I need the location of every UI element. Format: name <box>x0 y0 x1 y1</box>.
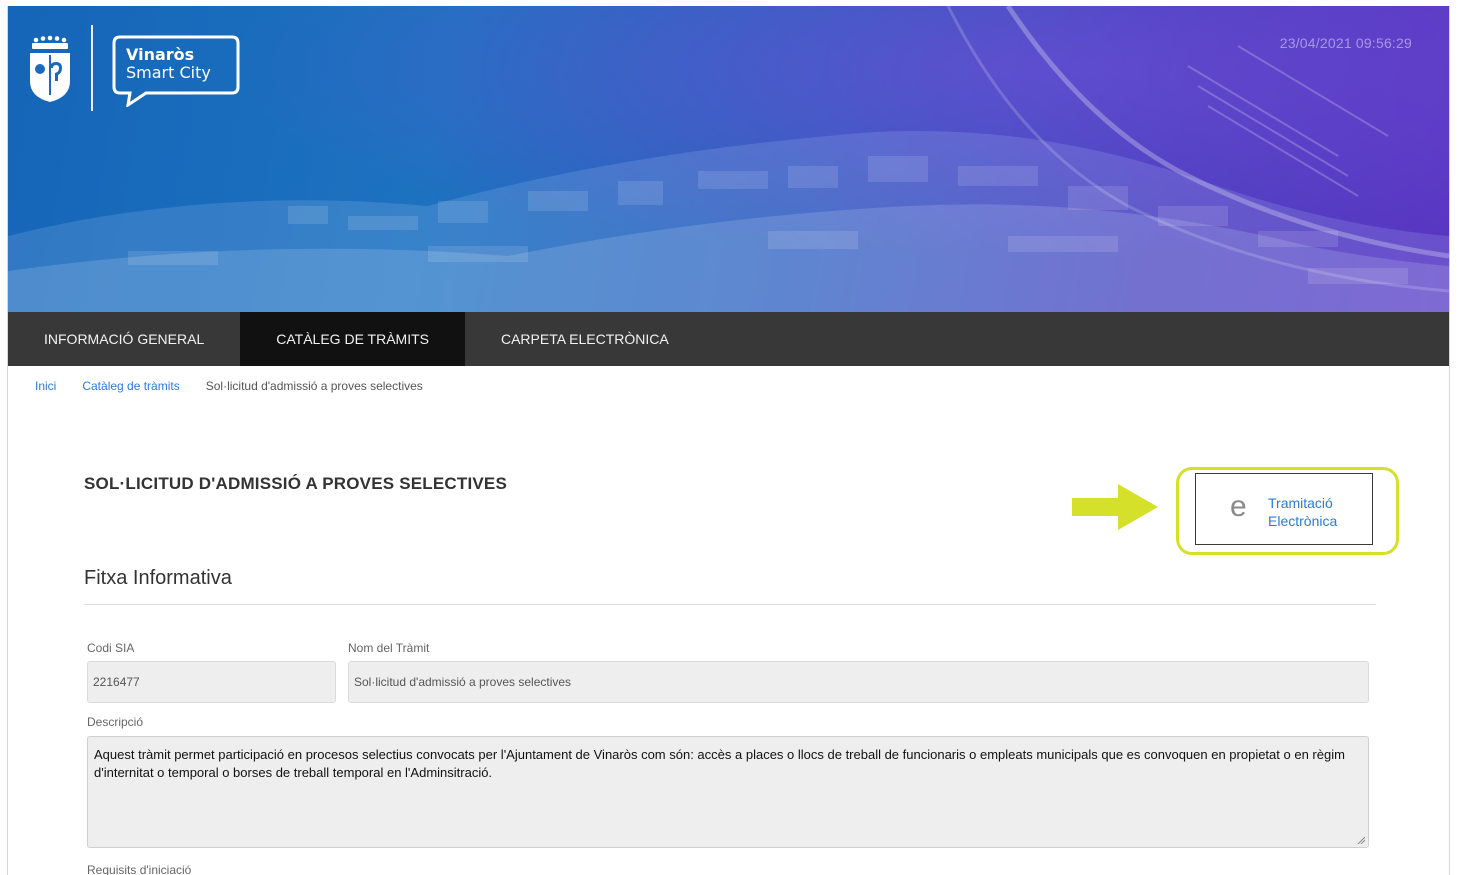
nav-carpeta-electronica[interactable]: CARPETA ELECTRÒNICA <box>465 312 705 366</box>
timestamp: 23/04/2021 09:56:29 <box>1279 35 1412 51</box>
descripcio-label: Descripció <box>87 715 144 729</box>
town-shield-logo[interactable] <box>27 35 73 103</box>
main-nav: INFORMACIÓ GENERAL CATÀLEG DE TRÀMITS CA… <box>8 312 1449 366</box>
nav-informacio-general[interactable]: INFORMACIÓ GENERAL <box>8 312 240 366</box>
requisits-label: Requisits d'iniciació <box>87 863 192 875</box>
brand-line-2: Smart City <box>126 63 211 82</box>
descripcio-text: Aquest tràmit permet participació en pro… <box>94 747 1345 780</box>
e-tramitacio-icon: e <box>1230 490 1247 523</box>
descripcio-textarea[interactable]: Aquest tràmit permet participació en pro… <box>87 736 1369 848</box>
brand-line-1: Vinaròs <box>126 45 195 64</box>
section-divider <box>84 604 1376 605</box>
section-title-fitxa: Fitxa Informativa <box>84 567 232 589</box>
arrow-right-icon <box>1072 484 1158 530</box>
resize-handle-icon[interactable] <box>1357 836 1365 844</box>
tramitacio-label-line-2: Electrònica <box>1268 513 1338 529</box>
nom-tramit-field[interactable]: Sol·licitud d'admissió a proves selectiv… <box>348 661 1369 703</box>
breadcrumb-inici[interactable]: Inici <box>35 379 56 393</box>
hero-banner: Vinaròs Smart City 23/04/2021 09:56:29 <box>8 6 1449 312</box>
page-title: SOL·LICITUD D'ADMISSIÓ A PROVES SELECTIV… <box>84 474 507 493</box>
codi-sia-label: Codi SIA <box>87 641 135 655</box>
brand-name[interactable]: Vinaròs Smart City <box>126 46 211 82</box>
nom-tramit-label: Nom del Tràmit <box>348 641 430 655</box>
logo-divider <box>91 25 93 111</box>
tramitacio-electronica-button[interactable]: e Tramitació Electrònica <box>1195 473 1373 545</box>
tramitacio-label-line-1: Tramitació <box>1268 495 1333 511</box>
breadcrumb-cataleg[interactable]: Catàleg de tràmits <box>82 379 179 393</box>
nav-cataleg-de-tramits[interactable]: CATÀLEG DE TRÀMITS <box>240 312 465 366</box>
tramitacio-electronica-label: Tramitació Electrònica <box>1268 494 1337 530</box>
breadcrumb-current: Sol·licitud d'admissió a proves selectiv… <box>205 379 423 393</box>
codi-sia-field[interactable]: 2216477 <box>87 661 336 703</box>
browser-viewport: Vinaròs Smart City 23/04/2021 09:56:29 I… <box>7 6 1450 875</box>
breadcrumb: Inici Catàleg de tràmits Sol·licitud d'a… <box>35 379 423 393</box>
